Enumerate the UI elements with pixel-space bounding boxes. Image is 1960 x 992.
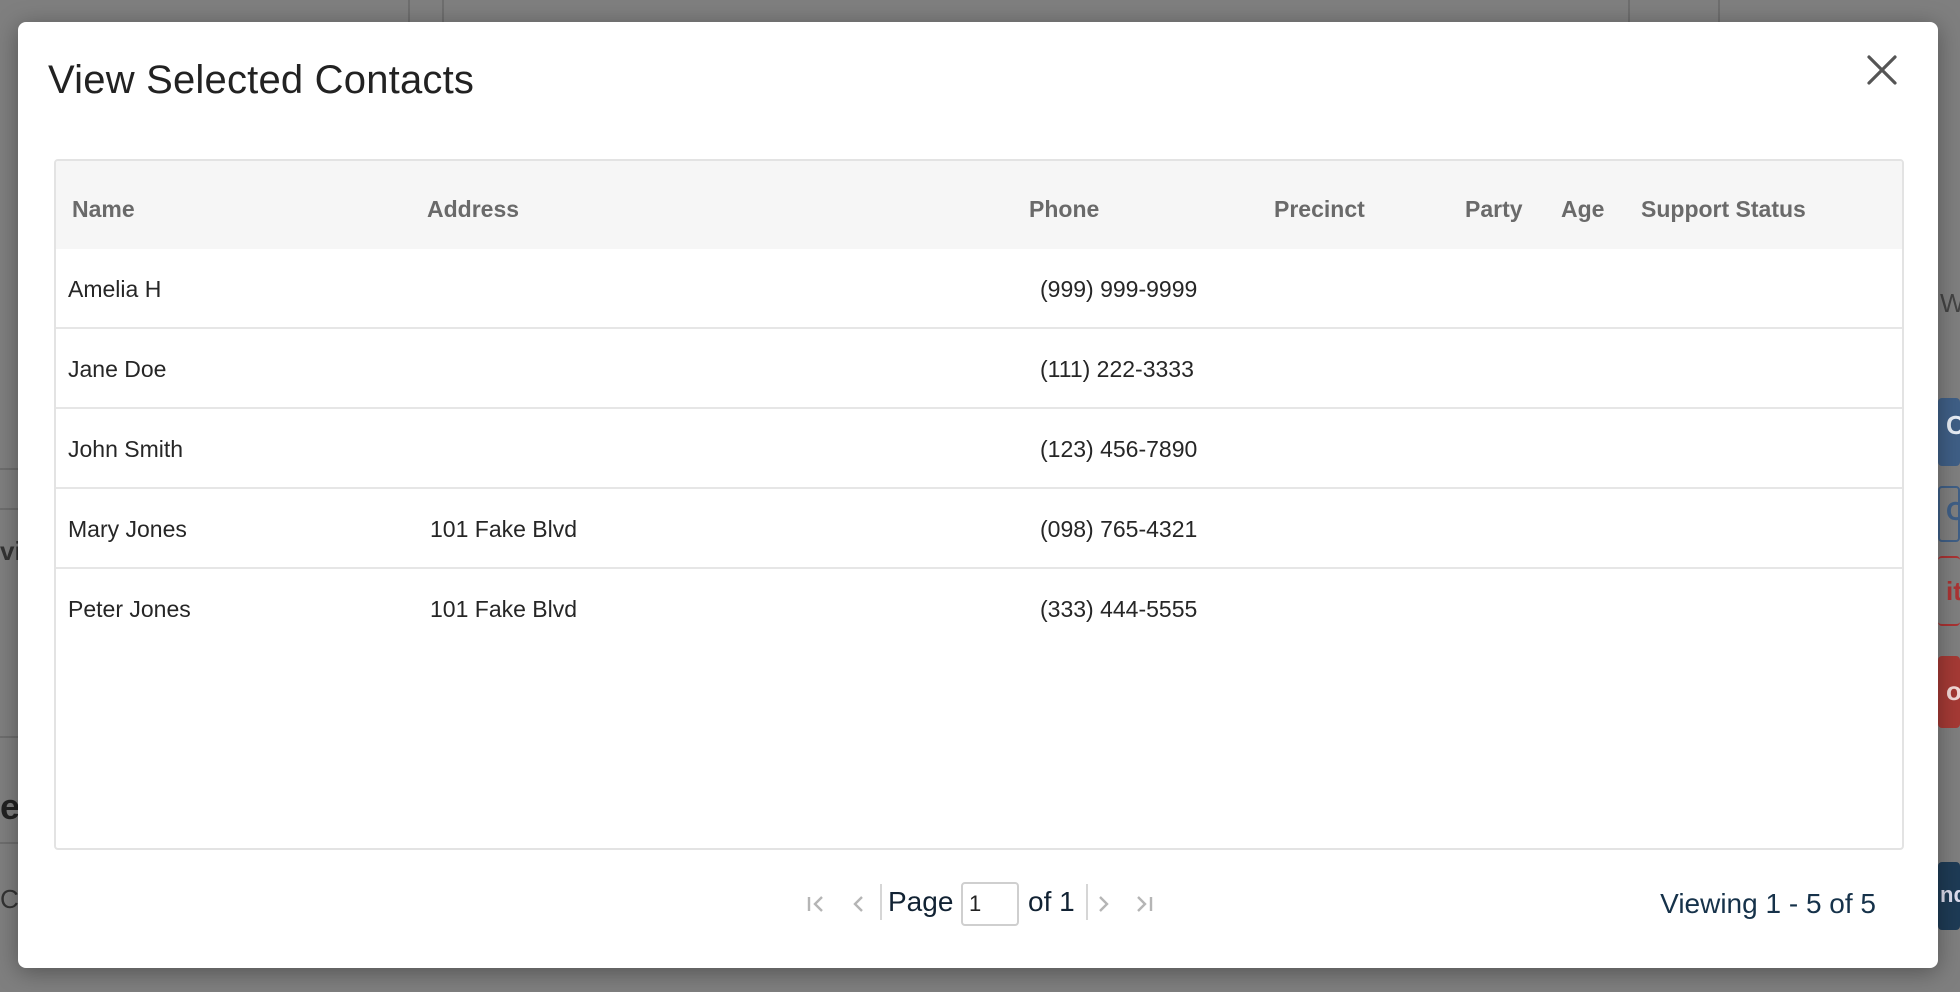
cell-phone: (098) 765-4321 — [1040, 516, 1198, 542]
pager-separator — [880, 884, 882, 920]
view-contacts-modal: View Selected Contacts Name Address Phon… — [18, 22, 1938, 968]
cell-phone: (111) 222-3333 — [1040, 356, 1194, 382]
first-page-icon[interactable] — [804, 892, 828, 916]
page-count-label: of 1 — [1028, 886, 1075, 917]
column-header-name[interactable]: Name — [72, 161, 135, 249]
prev-page-icon[interactable] — [848, 892, 868, 916]
cell-phone: (333) 444-5555 — [1040, 596, 1198, 622]
page-label: Page — [888, 886, 954, 917]
cell-name: Amelia H — [68, 276, 162, 302]
cell-phone: (999) 999-9999 — [1040, 276, 1198, 302]
bg-divider — [442, 0, 444, 22]
cell-address: 101 Fake Blvd — [430, 596, 578, 622]
column-header-phone[interactable]: Phone — [1029, 161, 1099, 249]
bg-divider — [1628, 0, 1630, 22]
last-page-icon[interactable] — [1132, 892, 1158, 916]
table-header: Name Address Phone Precinct Party Age Su… — [56, 161, 1902, 249]
cell-name: Peter Jones — [68, 596, 191, 622]
close-button[interactable] — [1864, 52, 1900, 88]
bg-fragment: nd — [1940, 882, 1960, 907]
column-header-party[interactable]: Party — [1465, 161, 1523, 249]
table-row[interactable]: Amelia H (999) 999-9999 — [56, 249, 1902, 329]
column-header-support-status[interactable]: Support Status — [1641, 161, 1806, 249]
cell-phone: (123) 456-7890 — [1040, 436, 1198, 462]
bg-fragment: er — [0, 786, 18, 827]
bg-fragment: vi — [0, 536, 18, 566]
page-number-input[interactable] — [961, 882, 1019, 926]
bg-divider — [0, 736, 18, 738]
bg-divider — [0, 508, 18, 510]
modal-title: View Selected Contacts — [48, 58, 475, 102]
bg-divider — [1718, 0, 1720, 22]
table-row[interactable]: Mary Jones 101 Fake Blvd (098) 765-4321 — [56, 489, 1902, 569]
column-header-address[interactable]: Address — [427, 161, 519, 249]
next-page-icon[interactable] — [1094, 892, 1114, 916]
cell-address: 101 Fake Blvd — [430, 516, 578, 542]
column-header-precinct[interactable]: Precinct — [1274, 161, 1365, 249]
bg-fragment: ov — [1946, 676, 1960, 706]
cell-name: John Smith — [68, 436, 184, 462]
table-row[interactable]: John Smith (123) 456-7890 — [56, 409, 1902, 489]
close-icon[interactable] — [1864, 52, 1900, 88]
table-row[interactable]: Jane Doe (111) 222-3333 — [56, 329, 1902, 409]
bg-divider — [408, 0, 410, 22]
cell-name: Jane Doe — [68, 356, 167, 382]
bg-fragment: C — [1946, 410, 1960, 440]
bg-fragment: C — [0, 884, 18, 914]
column-header-age[interactable]: Age — [1561, 161, 1604, 249]
bg-divider — [0, 842, 18, 844]
pagination-bar: Page of 1 Viewing 1 - 5 of 5 — [18, 874, 1938, 934]
viewing-count: Viewing 1 - 5 of 5 — [1660, 888, 1876, 919]
table-row[interactable]: Peter Jones 101 Fake Blvd (333) 444-5555 — [56, 569, 1902, 649]
contacts-table: Name Address Phone Precinct Party Age Su… — [54, 159, 1904, 850]
pager-separator — [1086, 884, 1088, 920]
cell-name: Mary Jones — [68, 516, 187, 542]
bg-fragment: W — [1940, 288, 1960, 318]
bg-divider — [0, 468, 18, 470]
bg-fragment: C — [1946, 496, 1960, 526]
bg-fragment: ite — [1946, 576, 1960, 606]
